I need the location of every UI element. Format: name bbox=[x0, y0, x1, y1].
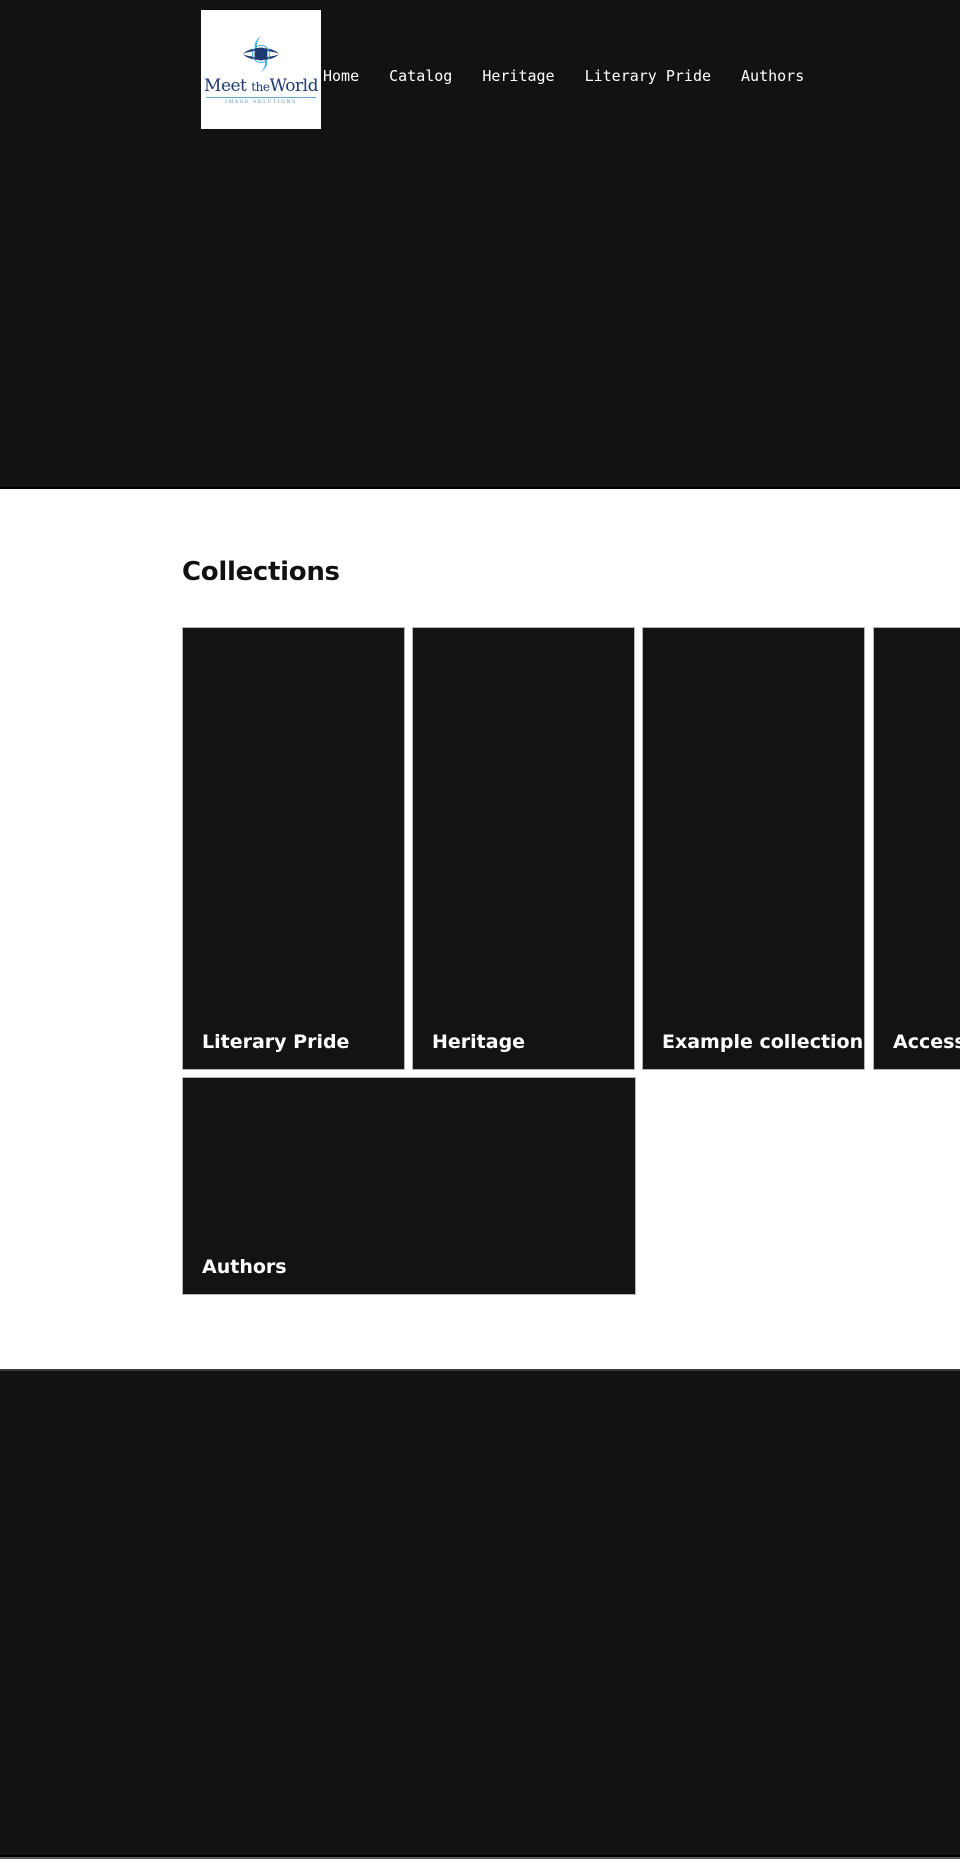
collection-card-label: Literary Pride bbox=[202, 1031, 350, 1053]
logo-subtitle: IMAGE SOLUTIONS bbox=[225, 100, 297, 105]
collection-card-label: Authors bbox=[202, 1256, 287, 1278]
collection-card-label: Heritage bbox=[432, 1031, 526, 1053]
main-nav: Home Catalog Heritage Literary Pride Aut… bbox=[323, 66, 834, 86]
collection-card-authors[interactable]: Authors bbox=[182, 1077, 636, 1295]
collection-card-example-collection[interactable]: Example collection bbox=[642, 627, 865, 1070]
site-footer bbox=[0, 1369, 960, 1857]
nav-link-literary-pride[interactable]: Literary Pride bbox=[585, 66, 711, 86]
logo-wordmark: Meet theWorld bbox=[204, 76, 318, 96]
collections-section: Collections Literary Pride Heritage Exam… bbox=[0, 489, 960, 1369]
site-logo[interactable]: Meet theWorld IMAGE SOLUTIONS bbox=[201, 10, 321, 129]
nav-link-home[interactable]: Home bbox=[323, 66, 359, 86]
collection-card-heritage[interactable]: Heritage bbox=[412, 627, 635, 1070]
collection-card-literary-pride[interactable]: Literary Pride bbox=[182, 627, 405, 1070]
nav-link-authors[interactable]: Authors bbox=[741, 66, 804, 86]
nav-link-catalog[interactable]: Catalog bbox=[389, 66, 452, 86]
logo-divider bbox=[206, 97, 316, 98]
collection-card-label: Accessibility bbox=[893, 1031, 960, 1053]
collection-card-label: Example collection bbox=[662, 1031, 864, 1053]
collection-card-accessibility[interactable]: Accessibility bbox=[873, 627, 960, 1070]
globe-orbit-icon bbox=[243, 36, 279, 72]
site-header: Meet theWorld IMAGE SOLUTIONS Home Catal… bbox=[0, 0, 960, 489]
collections-heading: Collections bbox=[182, 557, 340, 587]
nav-link-heritage[interactable]: Heritage bbox=[482, 66, 554, 86]
